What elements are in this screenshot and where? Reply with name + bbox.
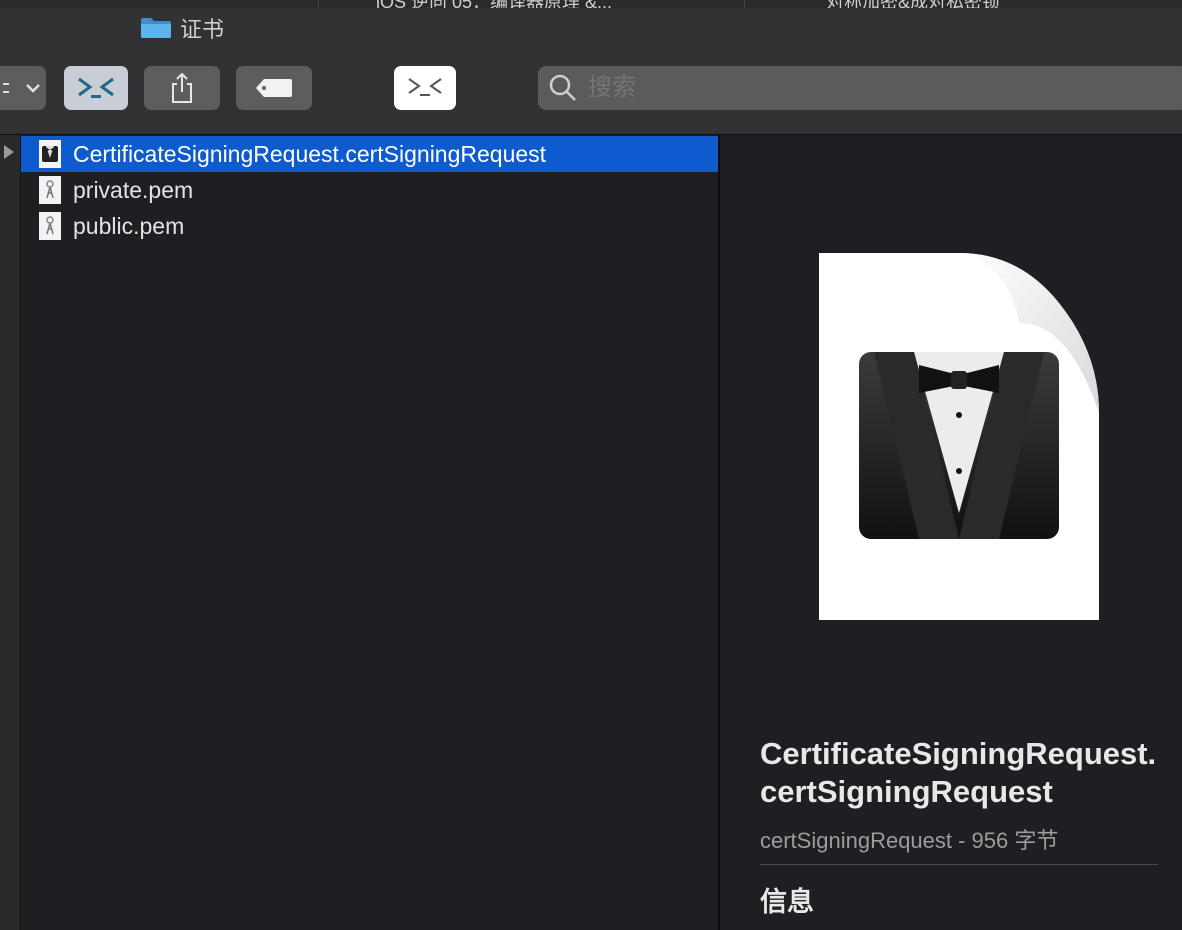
file-name: public.pem xyxy=(73,212,185,239)
terminal-button-secondary[interactable] xyxy=(394,66,456,110)
tab-ios-reverse[interactable]: iOS 逆向 05：编译器原理 &... xyxy=(376,0,612,8)
file-list: CertificateSigningRequest.certSigningReq… xyxy=(21,135,718,930)
finder-toolbar: 证书 xyxy=(0,8,1182,135)
search-input[interactable] xyxy=(586,73,1150,103)
search-icon xyxy=(549,74,576,101)
share-button[interactable] xyxy=(144,66,220,110)
tab-separator xyxy=(744,0,745,8)
terminal-icon xyxy=(408,78,442,96)
tab-encryption[interactable]: 对称加密&成对私密锁 xyxy=(826,0,1000,8)
keychain-icon xyxy=(39,176,61,204)
parent-column xyxy=(0,135,21,930)
document-preview-icon xyxy=(819,253,1099,620)
folder-icon xyxy=(140,17,172,39)
file-name: private.pem xyxy=(73,176,194,203)
search-field[interactable] xyxy=(538,66,1182,110)
file-row-private-pem[interactable]: private.pem xyxy=(21,172,718,208)
disclosure-triangle-icon[interactable] xyxy=(4,145,14,159)
keychain-icon xyxy=(39,212,61,240)
view-options-button[interactable] xyxy=(0,66,46,110)
tag-button[interactable] xyxy=(236,66,312,110)
terminal-icon xyxy=(78,77,114,98)
preview-file-meta: certSigningRequest - 956 字节 xyxy=(760,828,1059,853)
tab-strip: iOS 逆向 05：编译器原理 &... 对称加密&成对私密锁 xyxy=(0,0,1182,8)
tab-separator xyxy=(318,0,319,8)
window-title: 证书 xyxy=(140,16,224,42)
terminal-button[interactable] xyxy=(64,66,128,110)
file-row-public-pem[interactable]: public.pem xyxy=(21,208,718,244)
chevron-down-icon xyxy=(3,83,40,93)
window-title-label: 证书 xyxy=(180,17,225,42)
preview-info-heading: 信息 xyxy=(760,887,814,917)
file-row-csr[interactable]: CertificateSigningRequest.certSigningReq… xyxy=(21,136,718,172)
preview-pane: CertificateSigningRequest.certSigningReq… xyxy=(720,135,1182,930)
share-icon xyxy=(172,72,192,103)
file-name: CertificateSigningRequest.certSigningReq… xyxy=(73,140,547,167)
preview-file-name: CertificateSigningRequest.certSigningReq… xyxy=(760,736,1157,809)
tag-icon xyxy=(256,79,292,97)
butler-icon xyxy=(39,140,61,168)
preview-divider xyxy=(760,864,1158,865)
